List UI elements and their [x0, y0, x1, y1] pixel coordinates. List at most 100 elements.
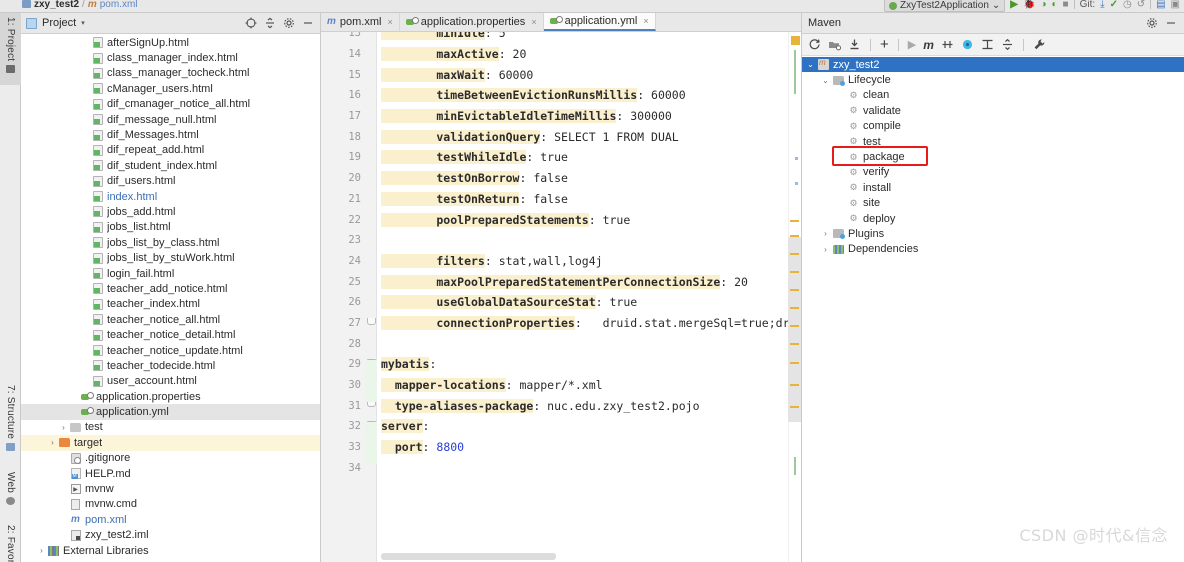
- project-tree-item[interactable]: dif_student_index.html: [21, 158, 320, 173]
- project-tree-item[interactable]: jobs_list.html: [21, 220, 320, 235]
- sidebar-item-project[interactable]: 1: Project: [0, 13, 21, 85]
- sidebar-item-structure[interactable]: 7: Structure: [0, 381, 21, 463]
- close-icon[interactable]: ×: [387, 17, 392, 27]
- expand-arrow-icon[interactable]: ›: [819, 245, 832, 254]
- maven-tree-item[interactable]: ⌄ zxy_test2: [802, 57, 1184, 73]
- code-line[interactable]: 22 poolPreparedStatements: true: [321, 209, 788, 230]
- maven-tree-item[interactable]: ⚙ clean: [802, 88, 1184, 103]
- project-tree-item[interactable]: application.properties: [21, 389, 320, 404]
- execute-maven-goal-icon[interactable]: m: [923, 38, 934, 52]
- code-line[interactable]: 31 type-aliases-package: nuc.edu.zxy_tes…: [321, 395, 788, 416]
- code-line[interactable]: 16 timeBetweenEvictionRunsMillis: 60000: [321, 85, 788, 106]
- fold-end-icon[interactable]: [367, 317, 376, 325]
- chevron-down-icon[interactable]: ▾: [81, 19, 85, 27]
- code-line[interactable]: 18 validationQuery: SELECT 1 FROM DUAL: [321, 126, 788, 147]
- code-line[interactable]: 27 connectionProperties: druid.stat.merg…: [321, 313, 801, 334]
- project-tree-item[interactable]: login_fail.html: [21, 266, 320, 281]
- code-line[interactable]: 15 maxWait: 60000: [321, 64, 788, 85]
- project-tree-item[interactable]: jobs_list_by_class.html: [21, 235, 320, 250]
- sidebar-item-favorites[interactable]: 2: Favorites: [0, 521, 21, 562]
- maven-tree-item[interactable]: ⚙ install: [802, 180, 1184, 195]
- project-file-tree[interactable]: afterSignUp.html class_manager_index.html…: [21, 35, 320, 562]
- project-tree-item[interactable]: afterSignUp.html: [21, 35, 320, 50]
- code-line[interactable]: 26 useGlobalDataSourceStat: true: [321, 292, 788, 313]
- project-tree-item[interactable]: ▶ mvnw: [21, 481, 320, 496]
- maven-tree-item[interactable]: ⚙ verify: [802, 165, 1184, 180]
- maven-settings-icon[interactable]: [1033, 38, 1046, 51]
- stop-icon[interactable]: ■: [1063, 0, 1069, 10]
- collapse-all-icon[interactable]: [263, 16, 277, 30]
- project-tree-item[interactable]: application.yml: [21, 404, 320, 420]
- reload-icon[interactable]: [808, 38, 821, 51]
- project-tree-item[interactable]: › External Libraries: [21, 543, 320, 558]
- download-sources-icon[interactable]: [848, 38, 861, 51]
- rollback-icon[interactable]: ↺: [1137, 0, 1145, 10]
- code-line[interactable]: 21 testOnReturn: false: [321, 189, 788, 210]
- maven-tree-item[interactable]: ⚙ site: [802, 196, 1184, 211]
- run-icon[interactable]: ▶: [908, 38, 916, 51]
- code-line[interactable]: 32⌄server:: [321, 416, 788, 437]
- maven-tree-item[interactable]: ⚙ deploy: [802, 211, 1184, 226]
- sidebar-item-web[interactable]: Web: [0, 468, 21, 520]
- settings-icon[interactable]: [1145, 16, 1159, 30]
- history-icon[interactable]: ◷: [1123, 0, 1132, 10]
- code-line[interactable]: 25 maxPoolPreparedStatementPerConnection…: [321, 271, 788, 292]
- expand-arrow-icon[interactable]: ⌄: [804, 60, 817, 69]
- code-lines[interactable]: 13 minIdle: 5 14 maxActive: 20 15 maxWait:…: [321, 32, 801, 478]
- locate-icon[interactable]: [244, 16, 258, 30]
- editor-tab[interactable]: m pom.xml ×: [321, 13, 400, 31]
- project-tree-item[interactable]: index.html: [21, 189, 320, 204]
- hide-icon[interactable]: [1164, 16, 1178, 30]
- project-tree-item[interactable]: jobs_list_by_stuWork.html: [21, 250, 320, 265]
- project-tree-item[interactable]: › test: [21, 420, 320, 435]
- project-tree-item[interactable]: dif_Messages.html: [21, 127, 320, 142]
- settings-icon[interactable]: [282, 16, 296, 30]
- code-line[interactable]: 23: [321, 230, 788, 251]
- scrollbar-thumb[interactable]: [788, 237, 801, 422]
- expand-arrow-icon[interactable]: ⌄: [819, 76, 832, 85]
- expand-arrow-icon[interactable]: ›: [819, 229, 832, 238]
- project-tree-item[interactable]: teacher_notice_update.html: [21, 343, 320, 358]
- project-tree-item[interactable]: teacher_add_notice.html: [21, 281, 320, 296]
- debug-icon[interactable]: 🐞: [1023, 0, 1035, 10]
- code-line[interactable]: 29⌄mybatis:: [321, 354, 788, 375]
- run-anything-icon[interactable]: ▣: [1171, 0, 1180, 10]
- project-tree-item[interactable]: dif_message_null.html: [21, 112, 320, 127]
- maven-tree-item[interactable]: › Plugins: [802, 226, 1184, 241]
- project-tree-item[interactable]: dif_cmanager_notice_all.html: [21, 97, 320, 112]
- close-icon[interactable]: ×: [643, 16, 648, 26]
- project-tree-item[interactable]: teacher_notice_all.html: [21, 312, 320, 327]
- project-tree-item[interactable]: class_manager_tocheck.html: [21, 66, 320, 81]
- code-editor[interactable]: 13 minIdle: 5 14 maxActive: 20 15 maxWait:…: [321, 32, 801, 562]
- horizontal-scrollbar[interactable]: [381, 553, 556, 560]
- code-line[interactable]: 13 minIdle: 5: [321, 32, 788, 44]
- show-dependencies-icon[interactable]: [981, 38, 994, 51]
- code-line[interactable]: 24 filters: stat,wall,log4j: [321, 251, 788, 272]
- commit-icon[interactable]: ✓: [1110, 0, 1118, 10]
- project-tree-item[interactable]: mvnw.cmd: [21, 497, 320, 512]
- editor-tab[interactable]: application.properties ×: [400, 13, 544, 31]
- maven-tree-item[interactable]: ⚙ validate: [802, 103, 1184, 118]
- collapse-all-icon[interactable]: [1001, 38, 1014, 51]
- project-tree-item[interactable]: dif_repeat_add.html: [21, 143, 320, 158]
- plus-icon[interactable]: +: [880, 37, 889, 52]
- database-icon[interactable]: ▤: [1156, 0, 1165, 10]
- code-line[interactable]: 30 mapper-locations: mapper/*.xml: [321, 375, 788, 396]
- project-tree-item[interactable]: zxy_test2.iml: [21, 528, 320, 543]
- project-tree-item[interactable]: .gitignore: [21, 451, 320, 466]
- toggle-skip-tests-icon[interactable]: [941, 38, 954, 51]
- project-tree-item[interactable]: class_manager_index.html: [21, 50, 320, 65]
- maven-tree-item[interactable]: ⌄ Lifecycle: [802, 72, 1184, 87]
- code-line[interactable]: 17 minEvictableIdleTimeMillis: 300000: [321, 106, 788, 127]
- update-project-icon[interactable]: ⤓: [1100, 0, 1104, 10]
- inspection-status-icon[interactable]: [791, 36, 800, 45]
- toggle-offline-icon[interactable]: [961, 38, 974, 51]
- run-icon[interactable]: ▶: [1010, 0, 1018, 10]
- project-tree-item[interactable]: m pom.xml: [21, 512, 320, 527]
- project-tree-item[interactable]: teacher_index.html: [21, 297, 320, 312]
- code-line[interactable]: 33 port: 8800: [321, 437, 788, 458]
- hide-icon[interactable]: [301, 16, 315, 30]
- profile-icon[interactable]: ◐: [1052, 0, 1058, 10]
- breadcrumb-project[interactable]: zxy_test2: [34, 0, 79, 10]
- project-tree-item[interactable]: HELP.md: [21, 466, 320, 481]
